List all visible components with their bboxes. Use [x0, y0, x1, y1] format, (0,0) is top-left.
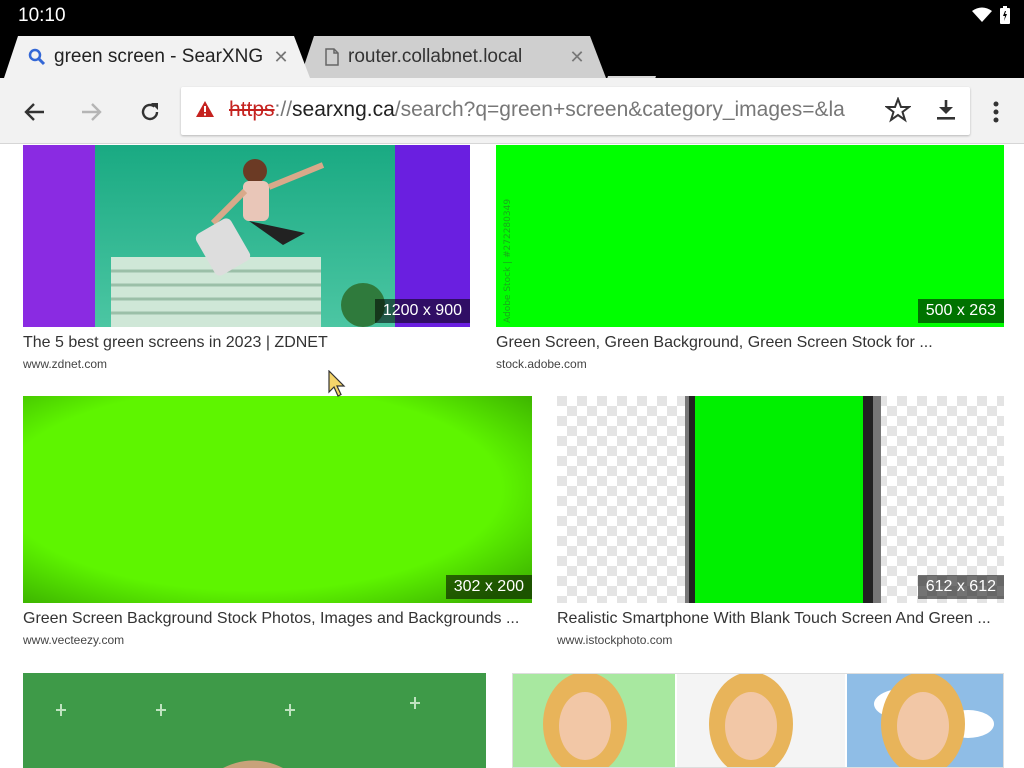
- image-result-card[interactable]: 1200 x 900 The 5 best green screens in 2…: [23, 145, 470, 375]
- url-separator: ://: [274, 98, 293, 121]
- result-url: www.istockphoto.com: [557, 633, 673, 647]
- url-scheme: https: [229, 98, 275, 121]
- back-button[interactable]: [16, 94, 52, 130]
- result-url: stock.adobe.com: [496, 357, 587, 371]
- system-icons: [972, 6, 1010, 24]
- tab-strip: router.collabnet.local ✕ green screen - …: [0, 32, 1024, 100]
- tab-title: router.collabnet.local: [348, 46, 523, 67]
- tab-router[interactable]: router.collabnet.local ✕: [300, 36, 606, 78]
- result-title[interactable]: Green Screen Background Stock Photos, Im…: [23, 610, 519, 628]
- image-result-card[interactable]: [23, 673, 486, 768]
- result-title[interactable]: Green Screen, Green Background, Green Sc…: [496, 334, 933, 352]
- result-thumbnail[interactable]: [512, 673, 1004, 768]
- search-icon: [28, 48, 46, 66]
- warning-icon: [196, 101, 214, 117]
- reload-icon: [141, 103, 159, 121]
- woman-portraits-image: [513, 674, 1003, 767]
- more-vert-icon: [993, 101, 999, 123]
- url-host: searxng.ca: [292, 98, 395, 121]
- overflow-menu-button[interactable]: [984, 94, 1008, 130]
- result-thumbnail[interactable]: [23, 396, 532, 603]
- image-results-grid: 1200 x 900 The 5 best green screens in 2…: [0, 145, 1024, 768]
- reload-button[interactable]: [132, 94, 168, 130]
- image-result-card[interactable]: [512, 673, 1004, 768]
- resolution-badge: 302 x 200: [445, 575, 532, 599]
- result-title[interactable]: Realistic Smartphone With Blank Touch Sc…: [557, 610, 991, 628]
- arrow-right-icon: [82, 103, 102, 121]
- tab-searxng[interactable]: green screen - SearXNG ✕: [4, 36, 310, 78]
- smartphone-image: [557, 396, 1004, 603]
- resolution-badge: 1200 x 900: [374, 299, 470, 323]
- download-icon[interactable]: [933, 97, 959, 123]
- result-url: www.zdnet.com: [23, 357, 108, 371]
- status-time: 10:10: [18, 5, 66, 26]
- green-screen-image: [23, 396, 532, 603]
- image-result-card[interactable]: 612 x 612 Realistic Smartphone With Blan…: [557, 396, 1004, 648]
- battery-icon: [1000, 6, 1010, 24]
- tab-close-button[interactable]: ✕: [566, 47, 588, 68]
- result-url: www.vecteezy.com: [23, 633, 125, 647]
- url-path: /search?q=green+screen&category_images=&…: [394, 98, 845, 121]
- forward-button[interactable]: [74, 94, 110, 130]
- tab-title: green screen - SearXNG: [54, 46, 264, 67]
- resolution-badge: 500 x 263: [917, 299, 1004, 323]
- mouse-cursor-icon: [328, 370, 346, 397]
- status-bar: 10:10: [0, 0, 1024, 32]
- result-title[interactable]: The 5 best green screens in 2023 | ZDNET: [23, 334, 328, 352]
- bookmark-star-icon[interactable]: [885, 97, 911, 123]
- image-result-card[interactable]: 302 x 200 Green Screen Background Stock …: [23, 396, 532, 648]
- url-text[interactable]: https://searxng.ca/search?q=green+screen…: [229, 98, 877, 122]
- svg-text:Adobe Stock | #272280349: Adobe Stock | #272280349: [503, 199, 513, 323]
- tab-close-button[interactable]: ✕: [270, 47, 292, 68]
- browser-toolbar: https://searxng.ca/search?q=green+screen…: [0, 78, 1024, 144]
- page-icon: [325, 48, 339, 66]
- result-thumbnail[interactable]: [557, 396, 1004, 603]
- image-result-card[interactable]: Adobe Stock | #272280349 500 x 263 Green…: [496, 145, 1004, 375]
- green-backdrop-image: [23, 673, 486, 768]
- result-thumbnail[interactable]: [23, 673, 486, 768]
- wifi-icon: [972, 7, 992, 22]
- arrow-left-icon: [24, 103, 44, 121]
- address-bar[interactable]: https://searxng.ca/search?q=green+screen…: [181, 87, 970, 135]
- resolution-badge: 612 x 612: [917, 575, 1004, 599]
